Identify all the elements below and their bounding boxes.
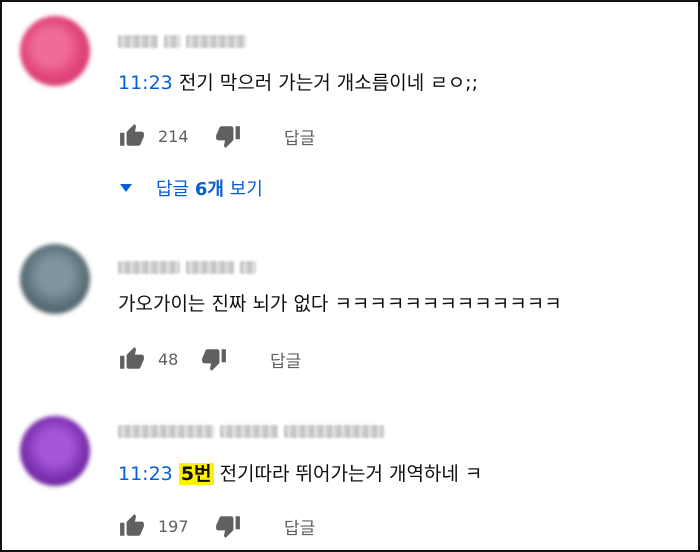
comment-content: 전기따라 뛰어가는거 개역하네 ㅋ — [219, 463, 483, 485]
dislike-icon[interactable] — [214, 513, 242, 539]
like-count: 197 — [158, 516, 189, 536]
view-replies-suffix: 보기 — [223, 179, 263, 200]
comment-author-meta — [118, 32, 246, 50]
like-icon[interactable] — [118, 513, 146, 539]
dislike-icon[interactable] — [214, 123, 242, 149]
comment-content: 전기 막으러 가는거 개소름이네 ㄹㅇ;; — [178, 72, 478, 94]
comment-section: 11:23 전기 막으러 가는거 개소름이네 ㄹㅇ;; 214 답글 답글 6개… — [0, 0, 700, 552]
view-replies-count: 6개 — [194, 179, 224, 200]
caret-down-icon — [120, 184, 132, 192]
comment-actions: 48 답글 — [118, 346, 301, 372]
like-icon[interactable] — [118, 123, 146, 149]
comment-content: 가오가이는 진짜 뇌가 없다 ㅋㅋㅋㅋㅋㅋㅋㅋㅋㅋㅋㅋㅋ — [118, 293, 562, 315]
like-icon[interactable] — [118, 346, 146, 372]
comment-author-meta — [118, 258, 256, 276]
reply-button[interactable]: 답글 — [270, 347, 301, 372]
comment-text: 가오가이는 진짜 뇌가 없다 ㅋㅋㅋㅋㅋㅋㅋㅋㅋㅋㅋㅋㅋ — [118, 291, 562, 317]
comment-author-meta — [118, 422, 384, 440]
comment-2: 가오가이는 진짜 뇌가 없다 ㅋㅋㅋㅋㅋㅋㅋㅋㅋㅋㅋㅋㅋ 48 답글 — [2, 222, 698, 392]
avatar[interactable] — [20, 416, 90, 486]
view-replies-prefix: 답글 — [156, 179, 195, 200]
comment-1: 11:23 전기 막으러 가는거 개소름이네 ㄹㅇ;; 214 답글 답글 6개… — [2, 2, 698, 222]
reply-button[interactable]: 답글 — [284, 514, 315, 539]
dislike-icon[interactable] — [200, 346, 228, 372]
comment-actions: 214 답글 — [118, 123, 315, 149]
view-replies-button[interactable]: 답글 6개 보기 — [118, 175, 263, 201]
comment-text: 11:23 5번 전기따라 뛰어가는거 개역하네 ㅋ — [118, 461, 482, 487]
comment-actions: 197 답글 — [118, 513, 315, 539]
like-count: 48 — [158, 349, 179, 369]
avatar[interactable] — [20, 16, 90, 86]
comment-3: 11:23 5번 전기따라 뛰어가는거 개역하네 ㅋ 197 답글 — [2, 392, 698, 550]
reply-button[interactable]: 답글 — [284, 124, 315, 149]
highlighted-text: 5번 — [178, 463, 214, 485]
comment-text: 11:23 전기 막으러 가는거 개소름이네 ㄹㅇ;; — [118, 70, 478, 96]
avatar[interactable] — [20, 244, 90, 314]
timestamp-link[interactable]: 11:23 — [118, 72, 173, 94]
timestamp-link[interactable]: 11:23 — [118, 463, 173, 485]
like-count: 214 — [158, 126, 189, 146]
